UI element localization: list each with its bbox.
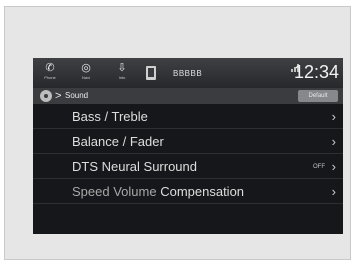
list-item-label: DTS Neural Surround <box>72 159 197 174</box>
bluetooth-device-icon <box>146 66 156 80</box>
nav-icon: ◎ <box>81 62 91 74</box>
info-label: Info <box>118 75 126 80</box>
back-button-icon[interactable] <box>40 90 52 102</box>
breadcrumb: > Sound Default <box>33 88 343 104</box>
list-item-label: Bass / Treble <box>72 109 148 124</box>
list-item-dts-neural-surround[interactable]: DTS Neural Surround OFF › <box>33 154 343 179</box>
page-title: Sound <box>65 91 89 100</box>
breadcrumb-separator: > <box>55 90 62 102</box>
list-item-label-part: Speed Volume <box>72 184 157 199</box>
chevron-right-icon: › <box>331 134 336 149</box>
phone-label: Phone <box>44 75 56 80</box>
list-item-speed-volume-compensation[interactable]: Speed Volume Compensation › <box>33 179 343 204</box>
device-name: BBBBB <box>173 69 203 78</box>
phone-icon: ✆ <box>45 62 55 74</box>
chevron-right-icon: › <box>331 109 336 124</box>
info-icon: ⇩ <box>117 62 127 74</box>
phone-button[interactable]: ✆ Phone <box>40 61 60 87</box>
chevron-right-icon: › <box>331 159 336 174</box>
list-item-label: Balance / Fader <box>72 134 164 149</box>
info-button[interactable]: ⇩ Info <box>112 61 132 87</box>
infotainment-screen: ✆ Phone ◎ Navi ⇩ Info BBBBB 12:34 > Soun… <box>33 58 343 234</box>
screenshot-frame: ✆ Phone ◎ Navi ⇩ Info BBBBB 12:34 > Soun… <box>4 6 351 260</box>
nav-button[interactable]: ◎ Navi <box>76 61 96 87</box>
status-bar: ✆ Phone ◎ Navi ⇩ Info BBBBB 12:34 <box>33 58 343 88</box>
setting-value: OFF <box>313 164 325 170</box>
default-button[interactable]: Default <box>298 90 338 102</box>
list-item-label: Speed Volume Compensation <box>72 184 244 199</box>
nav-label: Navi <box>81 75 90 80</box>
list-item-balance-fader[interactable]: Balance / Fader › <box>33 129 343 154</box>
chevron-right-icon: › <box>331 184 336 199</box>
clock: 12:34 <box>293 62 339 82</box>
list-item-bass-treble[interactable]: Bass / Treble › <box>33 104 343 129</box>
list-item-label-part: Compensation <box>160 184 245 199</box>
settings-list: Bass / Treble › Balance / Fader › DTS Ne… <box>33 104 343 204</box>
